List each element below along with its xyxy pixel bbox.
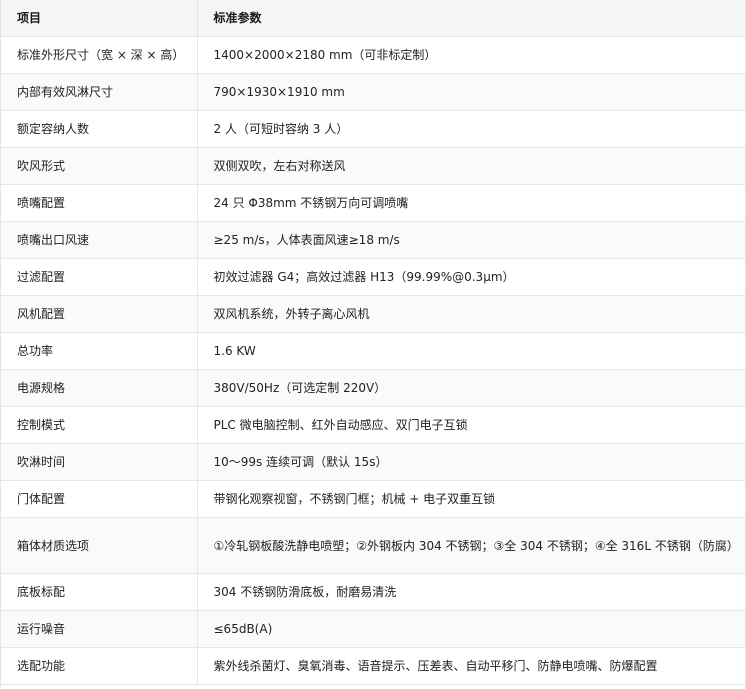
table-row: 控制模式 PLC 微电脑控制、红外自动感应、双门电子互锁 <box>1 406 745 444</box>
row-value: 紫外线杀菌灯、臭氧消毒、语音提示、压差表、自动平移门、防静电喷嘴、防爆配置 <box>197 647 745 685</box>
row-label: 运行噪音 <box>1 610 198 648</box>
row-value: ≤65dB(A) <box>197 610 745 648</box>
table-row: 喷嘴配置 24 只 Φ38mm 不锈钢万向可调喷嘴 <box>1 184 745 222</box>
row-value: ≥25 m/s，人体表面风速≥18 m/s <box>197 221 745 259</box>
row-label: 喷嘴配置 <box>1 184 198 222</box>
table-row: 电源规格 380V/50Hz（可选定制 220V） <box>1 369 745 407</box>
row-label: 吹淋时间 <box>1 443 198 481</box>
row-value: 1400×2000×2180 mm（可非标定制） <box>197 36 745 74</box>
row-value: PLC 微电脑控制、红外自动感应、双门电子互锁 <box>197 406 745 444</box>
table-row: 选配功能 紫外线杀菌灯、臭氧消毒、语音提示、压差表、自动平移门、防静电喷嘴、防爆… <box>1 647 745 685</box>
row-label: 标准外形尺寸（宽 × 深 × 高） <box>1 36 198 74</box>
row-value: 双风机系统，外转子离心风机 <box>197 295 745 333</box>
spec-table-container: 项目 标准参数 标准外形尺寸（宽 × 深 × 高） 1400×2000×2180… <box>0 0 746 689</box>
table-row: 标准外形尺寸（宽 × 深 × 高） 1400×2000×2180 mm（可非标定… <box>1 36 745 74</box>
row-label: 内部有效风淋尺寸 <box>1 73 198 111</box>
row-value: 304 不锈钢防滑底板，耐磨易清洗 <box>197 573 745 611</box>
table-row: 风机配置 双风机系统，外转子离心风机 <box>1 295 745 333</box>
row-label: 总功率 <box>1 332 198 370</box>
row-value: 380V/50Hz（可选定制 220V） <box>197 369 745 407</box>
table-header-row: 项目 标准参数 <box>1 0 745 37</box>
table-row: 喷嘴出口风速 ≥25 m/s，人体表面风速≥18 m/s <box>1 221 745 259</box>
row-value: 24 只 Φ38mm 不锈钢万向可调喷嘴 <box>197 184 745 222</box>
row-label: 喷嘴出口风速 <box>1 221 198 259</box>
header-standard-params: 标准参数 <box>197 0 745 37</box>
spec-table: 项目 标准参数 标准外形尺寸（宽 × 深 × 高） 1400×2000×2180… <box>1 0 745 685</box>
row-value: ①冷轧钢板酸洗静电喷塑；②外钢板内 304 不锈钢；③全 304 不锈钢；④全 … <box>197 517 745 574</box>
table-row: 门体配置 带钢化观察视窗，不锈钢门框；机械 + 电子双重互锁 <box>1 480 745 518</box>
row-label: 额定容纳人数 <box>1 110 198 148</box>
row-value: 790×1930×1910 mm <box>197 73 745 111</box>
table-row: 额定容纳人数 2 人（可短时容纳 3 人） <box>1 110 745 148</box>
row-value: 1.6 KW <box>197 332 745 370</box>
row-label: 选配功能 <box>1 647 198 685</box>
row-value: 带钢化观察视窗，不锈钢门框；机械 + 电子双重互锁 <box>197 480 745 518</box>
row-label: 电源规格 <box>1 369 198 407</box>
table-row: 过滤配置 初效过滤器 G4；高效过滤器 H13（99.99%@0.3μm） <box>1 258 745 296</box>
table-row: 运行噪音 ≤65dB(A) <box>1 610 745 648</box>
row-value: 10～99s 连续可调（默认 15s） <box>197 443 745 481</box>
table-row: 总功率 1.6 KW <box>1 332 745 370</box>
row-value: 双侧双吹，左右对称送风 <box>197 147 745 185</box>
table-row: 内部有效风淋尺寸 790×1930×1910 mm <box>1 73 745 111</box>
table-row: 箱体材质选项 ①冷轧钢板酸洗静电喷塑；②外钢板内 304 不锈钢；③全 304 … <box>1 517 745 574</box>
header-item: 项目 <box>1 0 198 37</box>
table-row: 吹风形式 双侧双吹，左右对称送风 <box>1 147 745 185</box>
table-row: 吹淋时间 10～99s 连续可调（默认 15s） <box>1 443 745 481</box>
row-label: 吹风形式 <box>1 147 198 185</box>
row-value: 初效过滤器 G4；高效过滤器 H13（99.99%@0.3μm） <box>197 258 745 296</box>
row-value: 2 人（可短时容纳 3 人） <box>197 110 745 148</box>
row-label: 控制模式 <box>1 406 198 444</box>
table-row: 底板标配 304 不锈钢防滑底板，耐磨易清洗 <box>1 573 745 611</box>
row-label: 过滤配置 <box>1 258 198 296</box>
row-label: 底板标配 <box>1 573 198 611</box>
row-label: 门体配置 <box>1 480 198 518</box>
row-label: 箱体材质选项 <box>1 517 198 574</box>
row-label: 风机配置 <box>1 295 198 333</box>
